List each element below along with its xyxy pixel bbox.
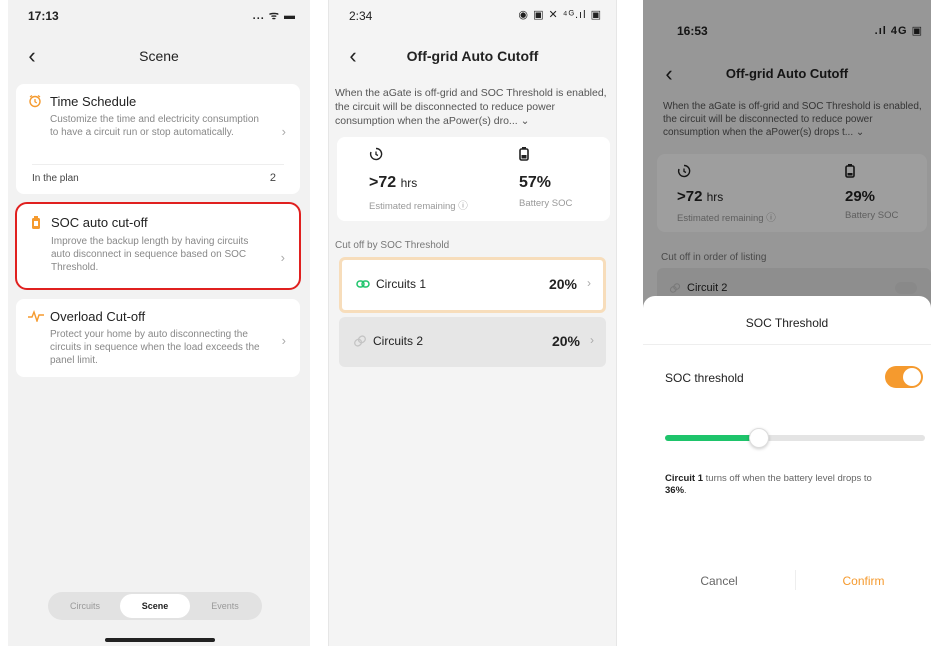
back-icon[interactable]: ‹ [20,42,44,70]
page-title: Scene [139,48,179,64]
tab-scene[interactable]: Scene [120,594,190,618]
note-text: turns off when the battery level drops t… [703,473,872,484]
battery-soc-value: 57% [519,174,552,191]
link-icon [356,280,370,288]
battery-soc-label: Battery SOC [519,198,573,209]
circuit-row-2[interactable]: Circuits 2 20% › [339,317,606,367]
soc-slider-fill [665,435,759,441]
circuit-threshold: 20% [548,276,577,292]
card-title: SOC auto cut-off [51,215,148,230]
time-schedule-card[interactable]: Time Schedule Customize the time and ele… [16,84,300,194]
plan-label: In the plan [32,173,79,184]
soc-threshold-sheet: SOC Threshold SOC threshold Circuit 1 tu… [643,296,931,646]
card-title: Time Schedule [50,94,137,109]
battery-icon [519,147,529,161]
chevron-right-icon: › [280,250,285,265]
soc-slider-track[interactable] [665,435,925,441]
description-text[interactable]: When the aGate is off-grid and SOC Thres… [335,86,610,128]
section-label: Cut off by SOC Threshold [335,240,450,251]
stats-card: >72 hrs Estimated remaining ⓘ 57% Batter… [337,137,610,221]
status-icons: ... ᯤ ▬ [252,10,296,22]
scene-screen: 17:13 ... ᯤ ▬ ‹ Scene Time Schedule Cust… [8,0,310,646]
status-icons: ◉ ▣ ✕ ⁴ᴳ.ıl ▣ [518,9,602,21]
chevron-right-icon: › [587,276,591,290]
chevron-right-icon: › [590,333,594,347]
chevron-right-icon: › [281,124,286,139]
tab-circuits[interactable]: Circuits [50,592,120,620]
battery-icon [32,216,40,229]
card-desc: Customize the time and electricity consu… [50,114,259,138]
circuit-row-1[interactable]: Circuits 1 20% › [339,257,606,313]
off-grid-cutoff-screen: 2:34 ◉ ▣ ✕ ⁴ᴳ.ıl ▣ ‹ Off-grid Auto Cutof… [328,0,617,646]
remaining-number: >72 [369,174,397,191]
link-off-icon [354,335,366,347]
cancel-button[interactable]: Cancel [643,574,795,588]
clock-icon [29,94,41,108]
status-time: 2:34 [349,9,373,23]
chevron-right-icon: › [281,333,286,348]
sheet-title: SOC Threshold [745,316,829,330]
soc-threshold-screen: 16:53 .ıl 4G ▣ ‹ Off-grid Auto Cutoff Wh… [643,0,931,646]
pulse-icon [28,310,44,322]
page-title: Off-grid Auto Cutoff [406,48,539,64]
circuit-name: Circuits 1 [376,277,427,291]
plan-count: 2 [269,172,276,184]
circuit-name: Circuits 2 [373,334,424,348]
note-value: 36% [665,485,685,496]
overload-cutoff-card[interactable]: Overload Cut-off Protect your home by au… [16,299,300,377]
soc-threshold-toggle[interactable] [885,366,923,388]
remaining-value: >72 hrs [369,174,417,192]
note-end: . [684,485,687,496]
bottom-tab-bar: Circuits Scene Events [48,592,262,620]
home-indicator [105,638,215,642]
circuit-threshold: 20% [551,333,580,349]
card-desc: Improve the backup length by having circ… [51,236,249,273]
nav-bar: ‹ Off-grid Auto Cutoff [329,40,616,76]
card-title: Overload Cut-off [50,309,146,324]
soc-auto-cutoff-card[interactable]: SOC auto cut-off Improve the backup leng… [15,202,301,290]
timer-icon [369,147,383,161]
remaining-label[interactable]: Estimated remaining ⓘ [369,198,468,212]
note-circuit: Circuit 1 [665,473,704,484]
confirm-button[interactable]: Confirm [796,574,931,588]
status-time: 17:13 [28,9,59,23]
toggle-knob [903,368,921,386]
soc-slider-thumb[interactable] [748,428,769,448]
remaining-unit: hrs [400,176,418,190]
back-icon[interactable]: ‹ [341,42,365,70]
card-desc: Protect your home by auto disconnecting … [50,329,260,366]
tab-events[interactable]: Events [190,592,260,620]
toggle-label: SOC threshold [665,371,744,385]
divider [32,164,284,165]
status-bar: 17:13 ... ᯤ ▬ [8,0,310,36]
divider [643,344,931,345]
nav-bar: ‹ Scene [8,40,310,76]
threshold-note: Circuit 1 turns off when the battery lev… [665,473,913,497]
status-bar: 2:34 ◉ ▣ ✕ ⁴ᴳ.ıl ▣ [329,0,616,36]
